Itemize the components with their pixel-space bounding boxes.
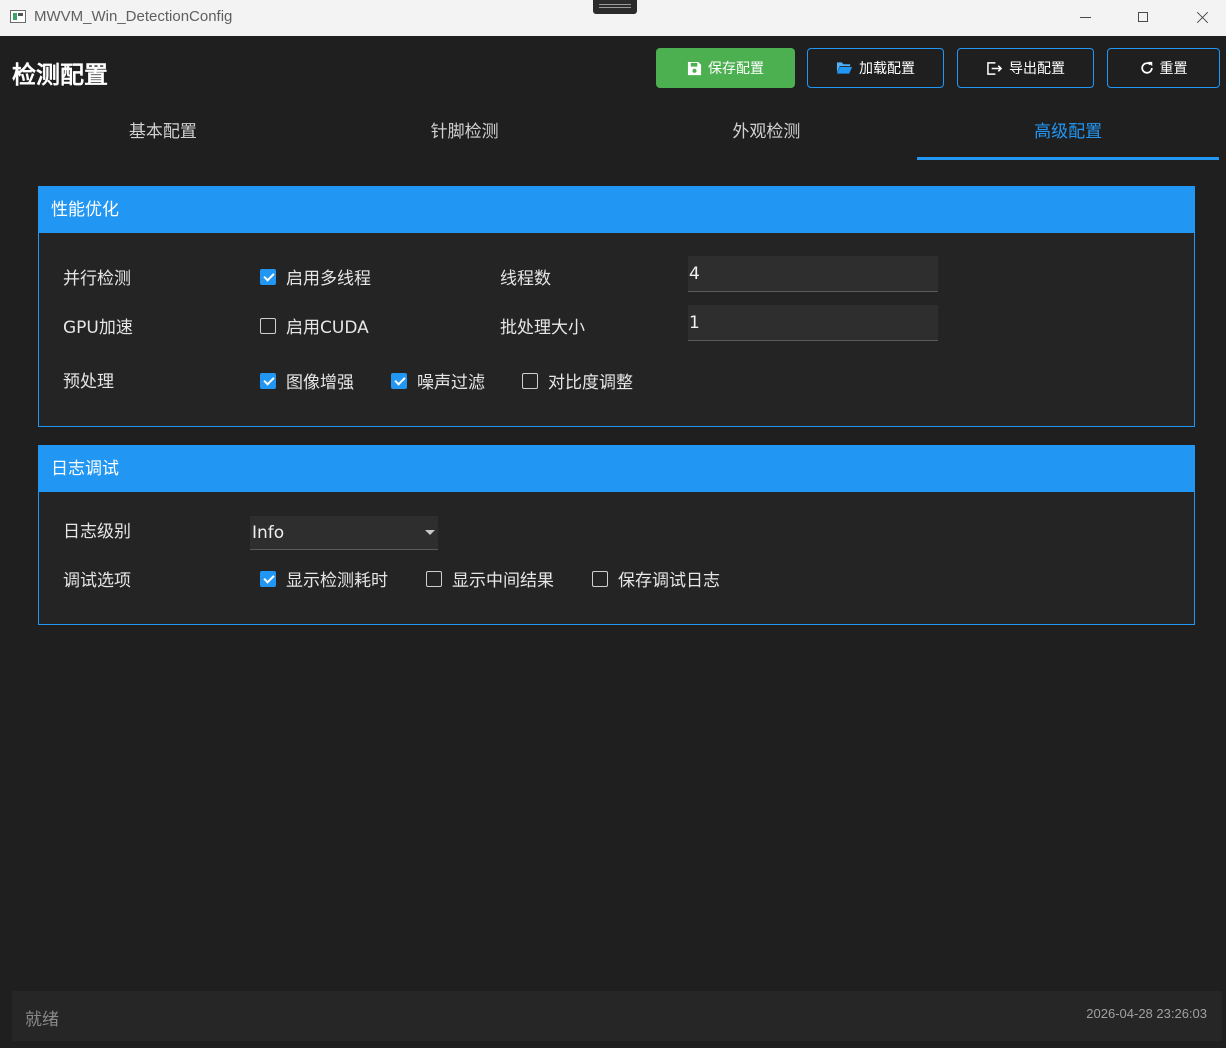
log-level-label: 日志级别 — [63, 522, 131, 542]
show-intermediate-checkbox[interactable]: 显示中间结果 — [426, 566, 554, 591]
noise-filter-checkbox-box[interactable] — [391, 372, 407, 389]
multithread-checkbox-label: 启用多线程 — [286, 269, 371, 289]
export-config-label: 导出配置 — [1009, 61, 1065, 77]
close-button[interactable] — [1178, 0, 1224, 36]
reset-label: 重置 — [1159, 61, 1188, 77]
log-level-value: Info — [252, 523, 285, 543]
noise-filter-checkbox-label: 噪声过滤 — [417, 373, 485, 393]
tab-basic-config[interactable]: 基本配置 — [12, 108, 314, 162]
show-time-checkbox[interactable]: 显示检测耗时 — [260, 566, 388, 591]
image-enhance-checkbox-box[interactable] — [260, 372, 276, 389]
batch-size-input[interactable] — [688, 305, 938, 341]
save-debug-log-checkbox-label: 保存调试日志 — [618, 571, 720, 591]
cuda-checkbox-box[interactable] — [260, 317, 276, 334]
status-timestamp: 2026-04-28 23:26:03 — [1086, 1006, 1207, 1021]
dropdown-caret-icon — [425, 530, 435, 535]
reset-button[interactable]: 重置 — [1107, 48, 1220, 88]
logging-group: 日志调试 日志级别 Info 调试选项 显示检测耗时 显示中间结果 保存调试日志 — [38, 445, 1195, 625]
window-title-bar: MWVM_Win_DetectionConfig — [0, 0, 1226, 36]
refresh-icon — [1140, 61, 1154, 75]
multithread-checkbox[interactable]: 启用多线程 — [260, 264, 371, 289]
tab-advanced-config[interactable]: 高级配置 — [917, 108, 1219, 162]
app-icon — [10, 10, 26, 23]
contrast-adjust-checkbox[interactable]: 对比度调整 — [522, 368, 633, 393]
performance-group: 性能优化 并行检测 启用多线程 线程数 GPU加速 启用CUDA 批处理大小 预… — [38, 186, 1195, 427]
tab-appearance-detection[interactable]: 外观检测 — [616, 108, 918, 162]
export-icon — [986, 61, 1003, 76]
debug-options-label: 调试选项 — [63, 571, 131, 591]
show-intermediate-checkbox-box[interactable] — [426, 570, 442, 587]
window-title: MWVM_Win_DetectionConfig — [34, 8, 233, 25]
performance-group-title: 性能优化 — [39, 187, 1194, 233]
show-time-checkbox-label: 显示检测耗时 — [286, 571, 388, 591]
config-tab-bar: 基本配置 针脚检测 外观检测 高级配置 — [12, 108, 1219, 162]
minimize-button[interactable] — [1062, 0, 1108, 36]
thread-count-label: 线程数 — [500, 269, 551, 289]
tab-pin-detection[interactable]: 针脚检测 — [314, 108, 616, 162]
status-text: 就绪 — [25, 1010, 59, 1030]
batch-size-label: 批处理大小 — [500, 318, 585, 338]
save-config-label: 保存配置 — [708, 61, 764, 77]
cuda-checkbox-label: 启用CUDA — [286, 318, 369, 338]
save-config-button[interactable]: 保存配置 — [656, 48, 795, 88]
save-debug-log-checkbox-box[interactable] — [592, 570, 608, 587]
thread-count-input[interactable] — [688, 256, 938, 292]
logging-group-title: 日志调试 — [39, 446, 1194, 492]
show-time-checkbox-box[interactable] — [260, 570, 276, 587]
folder-open-icon — [836, 61, 853, 75]
noise-filter-checkbox[interactable]: 噪声过滤 — [391, 368, 485, 393]
load-config-label: 加载配置 — [859, 61, 915, 77]
page-title: 检测配置 — [12, 61, 108, 89]
gpu-acceleration-label: GPU加速 — [63, 318, 133, 338]
export-config-button[interactable]: 导出配置 — [957, 48, 1094, 88]
save-icon — [687, 61, 702, 76]
cuda-checkbox[interactable]: 启用CUDA — [260, 313, 369, 338]
multithread-checkbox-box[interactable] — [260, 268, 276, 285]
snap-layout-handle[interactable] — [593, 0, 637, 14]
image-enhance-checkbox-label: 图像增强 — [286, 373, 354, 393]
maximize-button[interactable] — [1120, 0, 1166, 36]
contrast-adjust-checkbox-label: 对比度调整 — [548, 373, 633, 393]
preprocess-label: 预处理 — [63, 372, 114, 392]
image-enhance-checkbox[interactable]: 图像增强 — [260, 368, 354, 393]
parallel-detection-label: 并行检测 — [63, 269, 131, 289]
status-bar: 就绪 2026-04-28 23:26:03 — [12, 991, 1222, 1041]
save-debug-log-checkbox[interactable]: 保存调试日志 — [592, 566, 720, 591]
log-level-select[interactable]: Info — [250, 516, 438, 550]
contrast-adjust-checkbox-box[interactable] — [522, 372, 538, 389]
show-intermediate-checkbox-label: 显示中间结果 — [452, 571, 554, 591]
load-config-button[interactable]: 加载配置 — [807, 48, 944, 88]
